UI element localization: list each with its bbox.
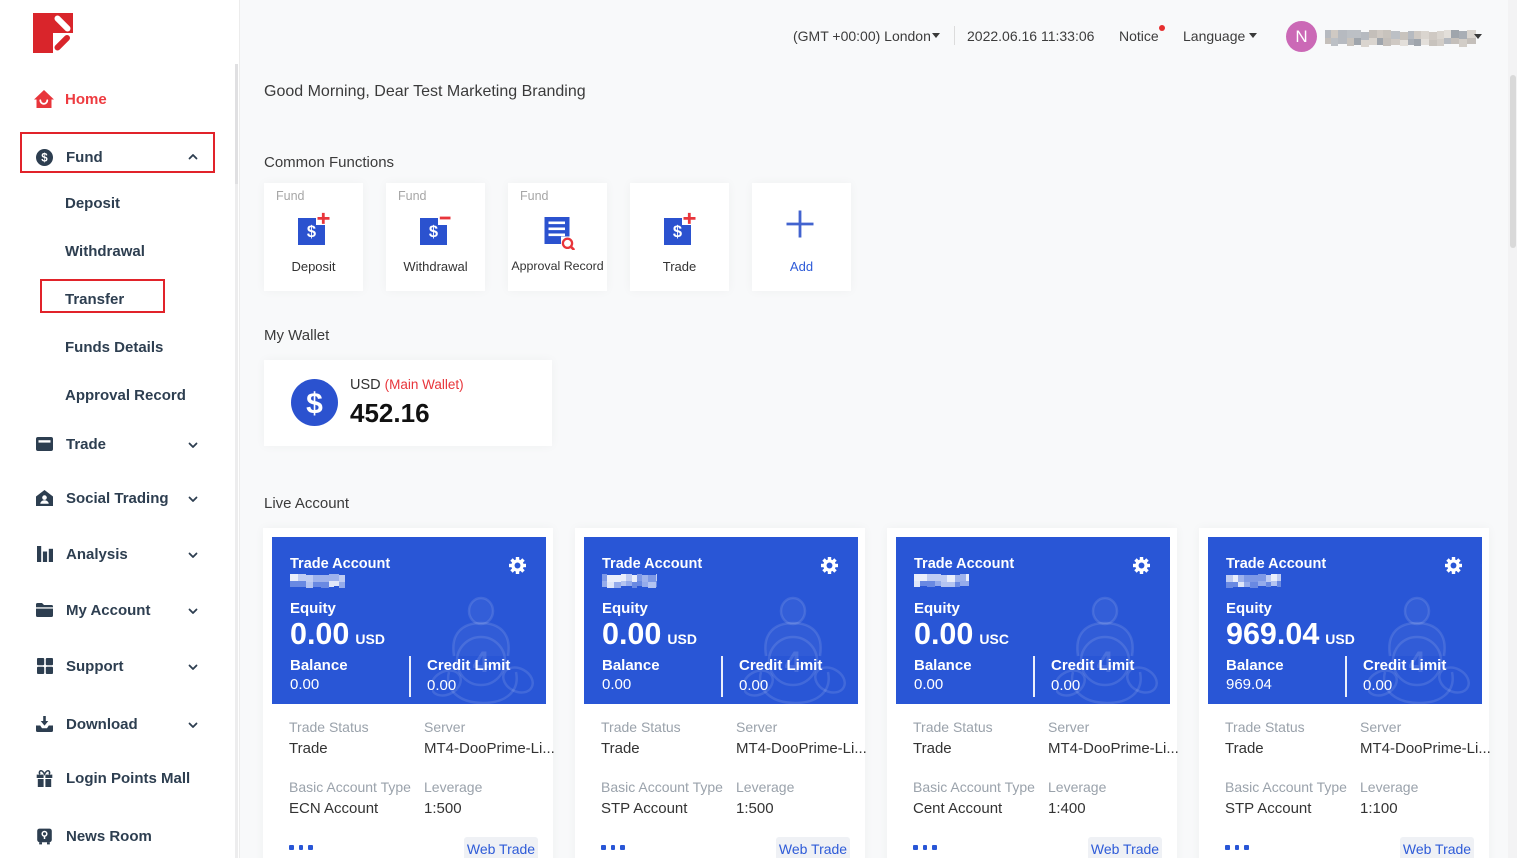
svg-text:$: $ xyxy=(428,223,437,241)
svg-text:$: $ xyxy=(41,152,48,164)
svg-text:$: $ xyxy=(306,388,323,421)
svg-text:$: $ xyxy=(672,223,681,241)
svg-text:4: 4 xyxy=(785,646,802,679)
svg-text:4: 4 xyxy=(473,646,490,679)
svg-text:4: 4 xyxy=(1409,646,1426,679)
svg-text:$: $ xyxy=(306,223,315,241)
svg-text:4: 4 xyxy=(1097,646,1114,679)
